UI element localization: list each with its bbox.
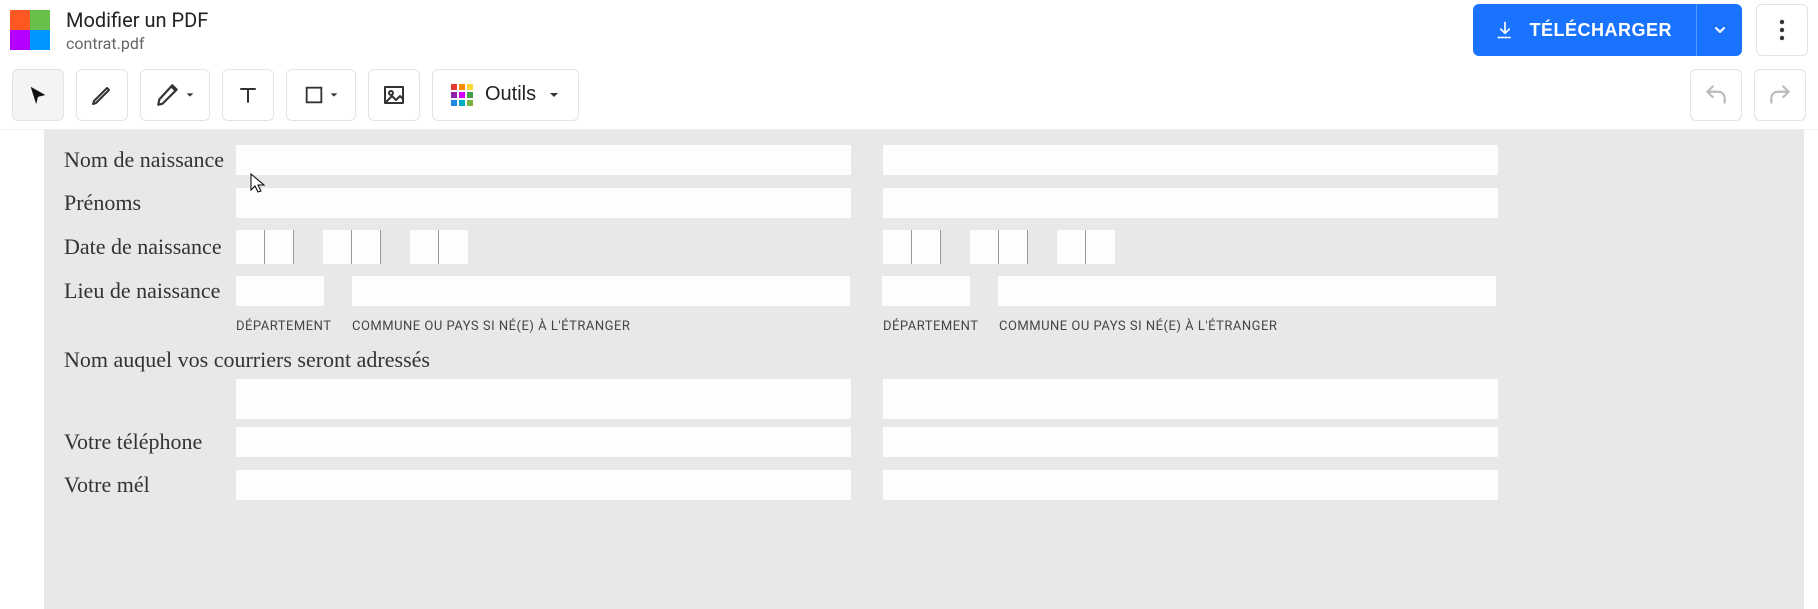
undo-icon — [1703, 82, 1729, 108]
field-mel-2[interactable] — [883, 470, 1498, 500]
field-nom-courrier-2[interactable] — [883, 379, 1498, 419]
pencil-icon — [90, 83, 114, 107]
square-icon — [303, 84, 325, 106]
document-viewport[interactable]: Nom de naissance Prénoms Date de naissan… — [0, 130, 1818, 609]
field-departement-2[interactable] — [882, 276, 970, 306]
label-date-naissance: Date de naissance — [64, 234, 236, 260]
label-lieu-naissance: Lieu de naissance — [64, 278, 236, 304]
highlighter-icon — [155, 82, 181, 108]
text-tool[interactable] — [222, 69, 274, 121]
more-menu-button[interactable] — [1756, 4, 1808, 56]
toolbar: Outils — [0, 60, 1818, 130]
download-icon — [1495, 20, 1515, 40]
shape-tool[interactable] — [286, 69, 356, 121]
field-commune-2[interactable] — [998, 276, 1496, 306]
pencil-tool[interactable] — [76, 69, 128, 121]
field-nom-courrier-1[interactable] — [236, 379, 851, 419]
image-icon — [382, 83, 406, 107]
sublabel-commune-2: COMMUNE OU PAYS SI NÉ(E) À L'ÉTRANGER — [999, 319, 1277, 334]
download-chevron[interactable] — [1696, 4, 1742, 56]
field-mel-1[interactable] — [236, 470, 851, 500]
undo-button[interactable] — [1690, 69, 1742, 121]
label-nom-courrier: Nom auquel vos courriers seront adressés — [64, 339, 1784, 379]
label-nom-naissance: Nom de naissance — [64, 147, 236, 173]
field-telephone-2[interactable] — [883, 427, 1498, 457]
highlighter-tool[interactable] — [140, 69, 210, 121]
field-departement-1[interactable] — [236, 276, 324, 306]
sublabel-commune-1: COMMUNE OU PAYS SI NÉ(E) À L'ÉTRANGER — [352, 319, 630, 334]
apps-grid-icon — [451, 84, 473, 106]
label-prenoms: Prénoms — [64, 190, 236, 216]
cursor-icon — [27, 84, 49, 106]
field-commune-1[interactable] — [352, 276, 850, 306]
field-prenoms-2[interactable] — [883, 188, 1498, 218]
field-date-naissance-1[interactable] — [236, 230, 468, 264]
page-title: Modifier un PDF — [66, 8, 208, 32]
sublabel-departement-2: DÉPARTEMENT — [883, 319, 971, 334]
field-telephone-1[interactable] — [236, 427, 851, 457]
tools-menu-button[interactable]: Outils — [432, 69, 579, 121]
field-nom-naissance-2[interactable] — [883, 145, 1498, 175]
redo-button[interactable] — [1754, 69, 1806, 121]
pdf-page: Nom de naissance Prénoms Date de naissan… — [44, 130, 1804, 609]
tools-label: Outils — [485, 83, 536, 106]
app-logo — [10, 10, 50, 50]
chevron-down-icon — [185, 90, 195, 100]
download-label: TÉLÉCHARGER — [1529, 20, 1696, 41]
field-date-naissance-2[interactable] — [883, 230, 1115, 264]
field-prenoms-1[interactable] — [236, 188, 851, 218]
redo-icon — [1767, 82, 1793, 108]
text-icon — [236, 83, 260, 107]
sublabel-departement-1: DÉPARTEMENT — [236, 319, 324, 334]
download-button[interactable]: TÉLÉCHARGER — [1473, 4, 1742, 56]
chevron-down-icon — [548, 89, 560, 101]
chevron-down-icon — [329, 90, 339, 100]
header-titles: Modifier un PDF contrat.pdf — [66, 8, 208, 53]
image-tool[interactable] — [368, 69, 420, 121]
filename-label: contrat.pdf — [66, 34, 208, 53]
field-nom-naissance-1[interactable] — [236, 145, 851, 175]
label-mel: Votre mél — [64, 472, 236, 498]
label-telephone: Votre téléphone — [64, 429, 236, 455]
select-tool[interactable] — [12, 69, 64, 121]
app-header: Modifier un PDF contrat.pdf TÉLÉCHARGER — [0, 0, 1818, 60]
more-vertical-icon — [1779, 18, 1785, 42]
